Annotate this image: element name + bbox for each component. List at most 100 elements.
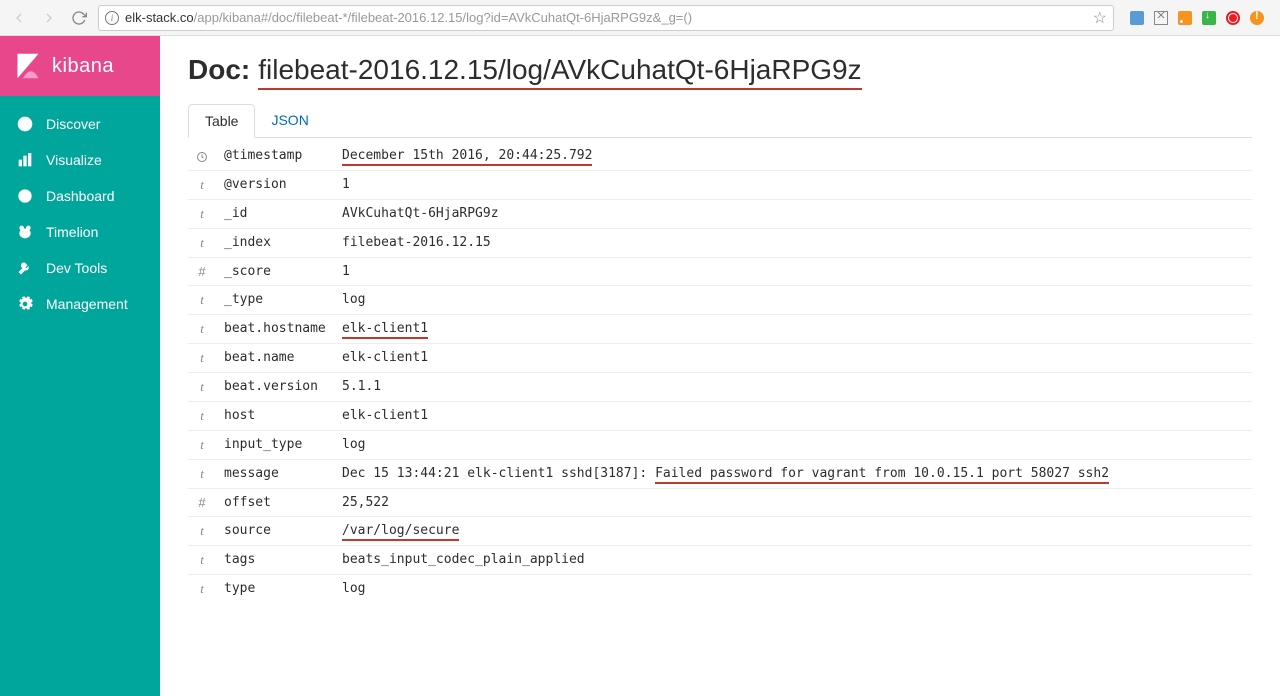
field-name: _type xyxy=(216,286,334,315)
field-name: _id xyxy=(216,200,334,229)
page-title: Doc: filebeat-2016.12.15/log/AVkCuhatQt-… xyxy=(188,54,1252,90)
field-row: ttagsbeats_input_codec_plain_applied xyxy=(188,546,1252,575)
field-row: tmessageDec 15 13:44:21 elk-client1 sshd… xyxy=(188,460,1252,489)
sidebar-item-label: Discover xyxy=(46,116,100,132)
main-content: Doc: filebeat-2016.12.15/log/AVkCuhatQt-… xyxy=(160,36,1280,696)
field-value: log xyxy=(334,286,1252,315)
field-name: beat.name xyxy=(216,344,334,373)
field-row: t_idAVkCuhatQt-6HjaRPG9z xyxy=(188,200,1252,229)
url-bar[interactable]: i elk-stack.co/app/kibana#/doc/filebeat-… xyxy=(98,5,1114,31)
field-name: message xyxy=(216,460,334,489)
doc-fields-table: @timestampDecember 15th 2016, 20:44:25.7… xyxy=(188,142,1252,603)
doc-prefix: Doc: xyxy=(188,54,250,86)
field-type-icon xyxy=(188,142,216,171)
bar-chart-icon xyxy=(16,151,34,169)
sidebar-item-label: Timelion xyxy=(46,224,98,240)
logo-text: kibana xyxy=(52,55,114,78)
field-name: _score xyxy=(216,258,334,286)
bear-icon xyxy=(16,223,34,241)
field-name: type xyxy=(216,575,334,604)
field-value: 1 xyxy=(334,258,1252,286)
extension-icons xyxy=(1122,11,1272,25)
field-name: beat.version xyxy=(216,373,334,402)
sidebar-item-label: Visualize xyxy=(46,152,102,168)
field-name: source xyxy=(216,517,334,546)
field-name: tags xyxy=(216,546,334,575)
field-value: /var/log/secure xyxy=(334,517,1252,546)
field-name: _index xyxy=(216,229,334,258)
field-value: 1 xyxy=(334,171,1252,200)
field-type-icon: t xyxy=(188,373,216,402)
field-name: input_type xyxy=(216,431,334,460)
field-value: beats_input_codec_plain_applied xyxy=(334,546,1252,575)
reload-button[interactable] xyxy=(68,7,90,29)
field-type-icon: t xyxy=(188,517,216,546)
field-type-icon: t xyxy=(188,200,216,229)
field-type-icon: t xyxy=(188,460,216,489)
doc-tabs: TableJSON xyxy=(188,104,1252,138)
forward-button[interactable] xyxy=(38,7,60,29)
sidebar-item-timelion[interactable]: Timelion xyxy=(0,214,160,250)
field-type-icon: t xyxy=(188,402,216,431)
field-row: #offset25,522 xyxy=(188,489,1252,517)
alert-icon[interactable] xyxy=(1250,11,1264,25)
field-value: log xyxy=(334,575,1252,604)
field-value: elk-client1 xyxy=(334,315,1252,344)
field-row: tbeat.version5.1.1 xyxy=(188,373,1252,402)
sidebar-item-label: Management xyxy=(46,296,128,312)
field-type-icon: t xyxy=(188,344,216,373)
gear-icon xyxy=(16,295,34,313)
back-button[interactable] xyxy=(8,7,30,29)
field-type-icon: # xyxy=(188,489,216,517)
field-value: AVkCuhatQt-6HjaRPG9z xyxy=(334,200,1252,229)
field-type-icon: t xyxy=(188,546,216,575)
field-row: #_score1 xyxy=(188,258,1252,286)
download-icon[interactable] xyxy=(1202,11,1216,25)
site-info-icon[interactable]: i xyxy=(105,11,119,25)
sidebar-item-dashboard[interactable]: Dashboard xyxy=(0,178,160,214)
doc-path: filebeat-2016.12.15/log/AVkCuhatQt-6HjaR… xyxy=(258,54,861,90)
field-row: @timestampDecember 15th 2016, 20:44:25.7… xyxy=(188,142,1252,171)
mail-icon[interactable] xyxy=(1154,11,1168,25)
field-type-icon: t xyxy=(188,229,216,258)
tab-table[interactable]: Table xyxy=(188,104,255,138)
field-row: tinput_typelog xyxy=(188,431,1252,460)
field-type-icon: t xyxy=(188,431,216,460)
sidebar-item-discover[interactable]: Discover xyxy=(0,106,160,142)
field-row: ttypelog xyxy=(188,575,1252,604)
field-row: t@version1 xyxy=(188,171,1252,200)
field-name: offset xyxy=(216,489,334,517)
field-type-icon: t xyxy=(188,286,216,315)
sidebar-item-dev-tools[interactable]: Dev Tools xyxy=(0,250,160,286)
field-type-icon: t xyxy=(188,171,216,200)
tab-json[interactable]: JSON xyxy=(255,104,324,137)
extension-icon[interactable] xyxy=(1130,11,1144,25)
bookmark-star-icon[interactable]: ☆ xyxy=(1093,8,1107,28)
kibana-logo-icon xyxy=(14,52,42,80)
field-type-icon: t xyxy=(188,575,216,604)
field-value: 5.1.1 xyxy=(334,373,1252,402)
wrench-icon xyxy=(16,259,34,277)
logo-bar[interactable]: kibana xyxy=(0,36,160,96)
blocker-icon[interactable] xyxy=(1226,11,1240,25)
field-value: filebeat-2016.12.15 xyxy=(334,229,1252,258)
field-value: 25,522 xyxy=(334,489,1252,517)
rss-icon[interactable] xyxy=(1178,11,1192,25)
field-name: @version xyxy=(216,171,334,200)
url-text: elk-stack.co/app/kibana#/doc/filebeat-*/… xyxy=(125,10,1087,25)
sidebar-item-label: Dev Tools xyxy=(46,260,107,276)
sidebar-item-visualize[interactable]: Visualize xyxy=(0,142,160,178)
field-name: @timestamp xyxy=(216,142,334,171)
field-row: t_indexfilebeat-2016.12.15 xyxy=(188,229,1252,258)
sidebar: kibana Discover Visualize Dashboard Timelio… xyxy=(0,36,160,696)
field-row: tbeat.hostnameelk-client1 xyxy=(188,315,1252,344)
field-name: host xyxy=(216,402,334,431)
field-row: tsource/var/log/secure xyxy=(188,517,1252,546)
compass-icon xyxy=(16,115,34,133)
field-type-icon: t xyxy=(188,315,216,344)
gauge-icon xyxy=(16,187,34,205)
sidebar-nav: Discover Visualize Dashboard Timelion Dev To… xyxy=(0,96,160,332)
field-row: t_typelog xyxy=(188,286,1252,315)
field-value: log xyxy=(334,431,1252,460)
sidebar-item-management[interactable]: Management xyxy=(0,286,160,322)
